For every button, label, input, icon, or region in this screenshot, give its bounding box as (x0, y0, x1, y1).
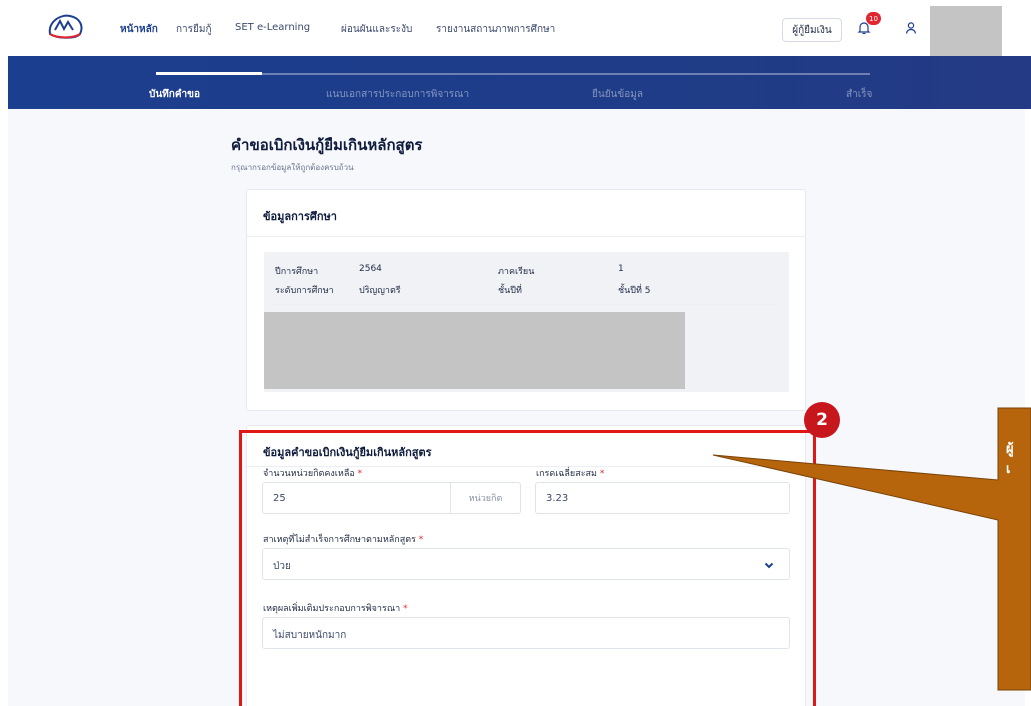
user-icon[interactable] (904, 21, 918, 35)
step-done: สำเร็จ (846, 89, 873, 100)
role-button[interactable]: ผู้กู้ยืมเงิน (782, 18, 842, 42)
progress-stepper: บันทึกคำขอ แนบเอกสารประกอบการพิจารณา ยืน… (8, 56, 1031, 109)
semester-value: 1 (618, 264, 624, 274)
logo-icon[interactable] (46, 12, 86, 40)
semester-label: ภาคเรียน (498, 267, 535, 277)
grade-value: ชั้นปีที่ 5 (618, 286, 651, 296)
highlight-box (239, 430, 816, 706)
nav-item-education-status[interactable]: รายงานสถานภาพการศึกษา (436, 22, 555, 37)
page-title: คำขอเบิกเงินกู้ยืมเกินหลักสูตร (231, 136, 423, 154)
card-divider (247, 236, 805, 237)
nav-item-loan[interactable]: การยืมกู้ (176, 22, 212, 37)
step-attach-documents: แนบเอกสารประกอบการพิจารณา (326, 89, 470, 100)
stepper-track (156, 73, 870, 75)
top-navigation: หน้าหลัก การยืมกู้ SET e-Learning ผ่อนผั… (0, 0, 1031, 56)
nav-item-set-elearning[interactable]: SET e-Learning (235, 22, 310, 33)
notification-badge: 10 (866, 12, 881, 25)
nav-item-deferment[interactable]: ผ่อนผันและระงับ (341, 22, 412, 37)
level-value: ปริญญาตรี (359, 286, 401, 296)
info-divider (275, 304, 775, 305)
page-subtitle: กรุณากรอกข้อมูลให้ถูกต้องครบถ้วน (231, 163, 354, 172)
redacted-area (930, 6, 1002, 56)
year-value: 2564 (359, 264, 382, 274)
grade-label: ชั้นปีที่ (498, 286, 522, 296)
step-confirm: ยืนยันข้อมูล (592, 89, 643, 100)
level-label: ระดับการศึกษา (275, 286, 334, 296)
education-card-title: ข้อมูลการศึกษา (263, 210, 337, 223)
step-record-request: บันทึกคำขอ (149, 89, 200, 100)
year-label: ปีการศึกษา (275, 267, 319, 277)
redacted-area (264, 312, 685, 389)
nav-item-home[interactable]: หน้าหลัก (120, 22, 158, 37)
callout-text: ผู้ เ (1006, 442, 1014, 477)
step-number-badge: 2 (804, 402, 840, 438)
stepper-progress (156, 72, 262, 75)
